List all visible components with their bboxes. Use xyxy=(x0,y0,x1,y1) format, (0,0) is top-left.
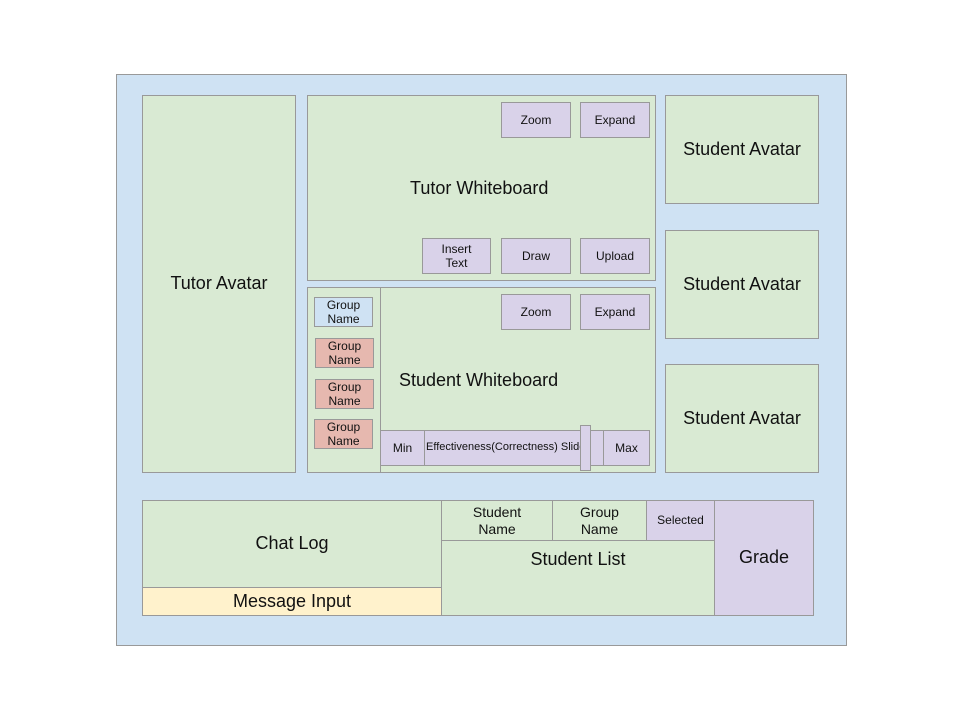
group-item-selected[interactable]: Group Name xyxy=(314,297,373,327)
effectiveness-slider-track[interactable]: Effectiveness(Correctness) Slider xyxy=(424,430,604,466)
group-item[interactable]: Group Name xyxy=(314,419,373,449)
insert-text-label: Insert Text xyxy=(441,241,472,270)
insert-text-button[interactable]: Insert Text xyxy=(422,238,491,274)
slider-max-label: Max xyxy=(603,430,650,466)
group-item[interactable]: Group Name xyxy=(315,379,374,409)
column-header-group-name[interactable]: Group Name xyxy=(552,500,647,541)
chat-log: Chat Log xyxy=(142,500,442,588)
column-header-selected[interactable]: Selected xyxy=(646,500,715,541)
group-item[interactable]: Group Name xyxy=(315,338,374,368)
student-zoom-button[interactable]: Zoom xyxy=(501,294,571,330)
student-avatar-2: Student Avatar xyxy=(665,230,819,339)
column-label: Student Name xyxy=(472,503,522,537)
slider-thumb[interactable] xyxy=(580,425,591,471)
tutor-zoom-button[interactable]: Zoom xyxy=(501,102,571,138)
group-label: Group Name xyxy=(326,297,361,326)
student-avatar-1: Student Avatar xyxy=(665,95,819,204)
student-list-title: Student List xyxy=(530,549,626,569)
grade-panel[interactable]: Grade xyxy=(714,500,814,616)
column-header-student-name[interactable]: Student Name xyxy=(441,500,553,541)
tutor-whiteboard-title: Tutor Whiteboard xyxy=(410,178,549,198)
student-whiteboard-title: Student Whiteboard xyxy=(399,370,559,390)
tutor-avatar: Tutor Avatar xyxy=(142,95,296,473)
student-avatar-3: Student Avatar xyxy=(665,364,819,473)
group-label: Group Name xyxy=(327,338,362,367)
slider-min-label: Min xyxy=(380,430,425,466)
draw-button[interactable]: Draw xyxy=(501,238,571,274)
column-label: Group Name xyxy=(580,503,619,537)
upload-button[interactable]: Upload xyxy=(580,238,650,274)
tutor-expand-button[interactable]: Expand xyxy=(580,102,650,138)
group-label: Group Name xyxy=(327,379,362,408)
message-input[interactable]: Message Input xyxy=(142,587,442,616)
slider-label: Effectiveness(Correctness) Slider xyxy=(426,441,590,454)
group-label: Group Name xyxy=(326,419,361,448)
student-expand-button[interactable]: Expand xyxy=(580,294,650,330)
